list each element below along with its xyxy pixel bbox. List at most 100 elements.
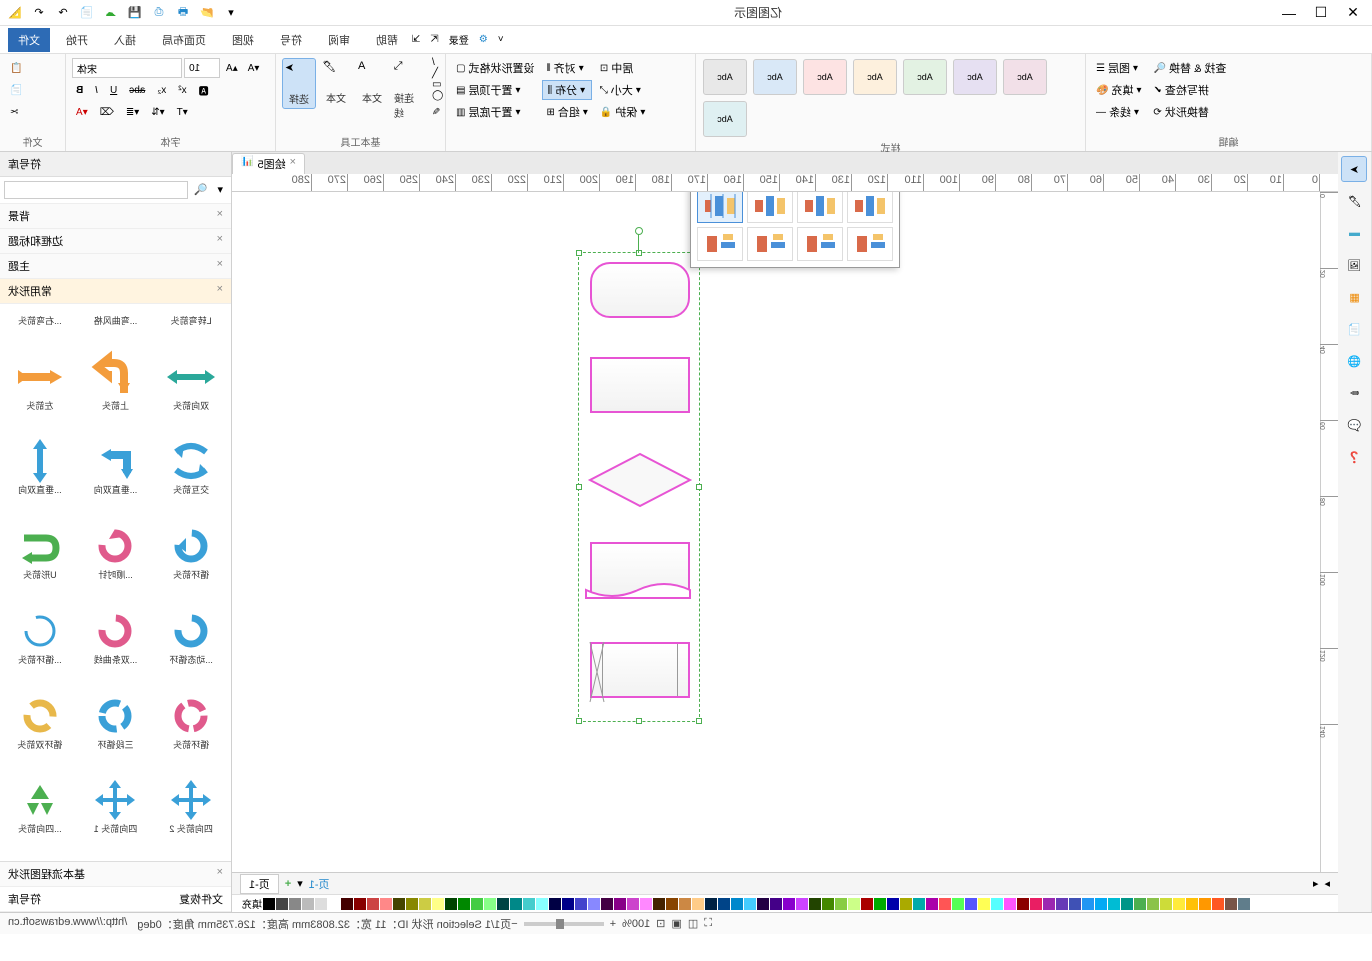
shape-cell[interactable]: 弯曲风格... <box>80 308 152 349</box>
lock-btn[interactable]: 🔒 保护 ▾ <box>596 102 649 122</box>
pointer-tool[interactable]: ➤ <box>1342 156 1368 182</box>
tab-help[interactable]: 帮助 <box>366 28 408 52</box>
close-icon[interactable]: × <box>217 258 223 274</box>
fit-width[interactable]: ⊡ <box>656 917 665 930</box>
color-swatch[interactable] <box>757 898 769 910</box>
page-prev[interactable]: ◂ <box>1313 877 1319 890</box>
shape-cell[interactable]: 动态循环... <box>155 607 227 688</box>
globe-tool[interactable]: 🌐 <box>1342 348 1368 374</box>
doc-tab[interactable]: 📊 绘图5 × <box>232 153 305 174</box>
bring-front[interactable]: ▤ 置于顶层 ▾ <box>452 80 538 100</box>
shape-cell[interactable]: 四向箭头... <box>4 776 76 857</box>
canvas[interactable] <box>232 192 1320 872</box>
style-swatch[interactable]: Abc <box>753 59 797 95</box>
color-swatch[interactable] <box>809 898 821 910</box>
color-swatch[interactable] <box>874 898 886 910</box>
color-swatch[interactable] <box>822 898 834 910</box>
dist-v-bottom[interactable] <box>797 227 843 261</box>
flowchart-predefined[interactable] <box>590 642 690 698</box>
color-swatch[interactable] <box>848 898 860 910</box>
close-button[interactable]: ✕ <box>1338 2 1368 24</box>
color-swatch[interactable] <box>1030 898 1042 910</box>
shape-cell[interactable]: 循环双箭头 <box>4 692 76 773</box>
page-menu[interactable]: ▾ <box>297 877 303 890</box>
print-icon[interactable]: 🖶 <box>172 2 194 24</box>
color-swatch[interactable] <box>1108 898 1120 910</box>
color-swatch[interactable] <box>549 898 561 910</box>
font-color[interactable]: A▾ <box>72 102 92 122</box>
group-btn[interactable]: ⊞ 组合 ▾ <box>542 102 591 122</box>
cat-border[interactable]: 边框和标题 <box>8 233 63 249</box>
table-tool[interactable]: ▦ <box>1342 284 1368 310</box>
font-family-input[interactable] <box>72 58 182 78</box>
style-swatch[interactable]: Abc <box>903 59 947 95</box>
color-swatch[interactable] <box>666 898 678 910</box>
open-icon[interactable]: 📂 <box>196 2 218 24</box>
dist-h-left[interactable] <box>697 192 743 223</box>
color-swatch[interactable] <box>510 898 522 910</box>
cloud-icon[interactable]: ☁ <box>100 2 122 24</box>
shape-cell[interactable]: 顺时针... <box>80 522 152 603</box>
color-swatch[interactable] <box>1056 898 1068 910</box>
color-swatch[interactable] <box>627 898 639 910</box>
connector-tool[interactable]: ⤡连接线 <box>392 58 424 122</box>
fill-btn[interactable]: 🎨 填充 ▾ <box>1092 80 1145 100</box>
cut-button[interactable]: ✂ <box>6 102 22 122</box>
login-button[interactable]: 登录 <box>445 30 473 50</box>
color-swatch[interactable] <box>575 898 587 910</box>
collapse-icon[interactable]: ˅ <box>494 30 508 50</box>
fullscreen[interactable]: ⛶ <box>704 917 712 930</box>
shape-cell[interactable]: 循环箭头... <box>4 607 76 688</box>
dist-v-top[interactable] <box>697 227 743 261</box>
color-swatch[interactable] <box>393 898 405 910</box>
cat-common[interactable]: 常用形状 <box>8 283 52 299</box>
tab-view[interactable]: 视图 <box>222 28 264 52</box>
doc-tool[interactable]: 📄 <box>1342 316 1368 342</box>
color-swatch[interactable] <box>1017 898 1029 910</box>
pen-tool[interactable]: 🖊 <box>1342 188 1368 214</box>
spacing[interactable]: ⇅▾ <box>147 102 168 122</box>
color-swatch[interactable] <box>952 898 964 910</box>
bold-button[interactable]: B <box>72 80 87 100</box>
color-swatch[interactable] <box>354 898 366 910</box>
redo-icon[interactable]: ↷ <box>52 2 74 24</box>
color-swatch[interactable] <box>419 898 431 910</box>
shape-cell[interactable]: 垂直双向... <box>4 437 76 518</box>
page-tab[interactable]: 页-1 <box>240 874 279 894</box>
color-swatch[interactable] <box>276 898 288 910</box>
shape-cell[interactable]: 上箭头 <box>80 353 152 434</box>
shape-cell[interactable]: U形箭头 <box>4 522 76 603</box>
color-swatch[interactable] <box>1043 898 1055 910</box>
color-swatch[interactable] <box>718 898 730 910</box>
zoom-in[interactable]: + <box>610 918 616 930</box>
clear-format[interactable]: ⌫ <box>96 102 118 122</box>
shape-cell[interactable]: 循环箭头 <box>155 692 227 773</box>
dist-v-space[interactable] <box>847 227 893 261</box>
help-tool[interactable]: ❓ <box>1342 444 1368 470</box>
zoom-out[interactable]: − <box>511 918 517 930</box>
color-swatch[interactable] <box>380 898 392 910</box>
shape-cell[interactable]: 左箭头 <box>4 353 76 434</box>
color-swatch[interactable] <box>523 898 535 910</box>
shape-cell[interactable]: 三段循环 <box>80 692 152 773</box>
italic-button[interactable]: I <box>91 80 102 100</box>
search-icon[interactable]: 🔍 <box>188 181 214 199</box>
bullets[interactable]: ≣▾ <box>122 102 143 122</box>
color-swatch[interactable] <box>1199 898 1211 910</box>
select-tool[interactable]: ➤选择 <box>282 58 316 109</box>
shape-cell[interactable]: 循环箭头 <box>155 522 227 603</box>
cat-theme[interactable]: 主题 <box>8 258 30 274</box>
close-icon[interactable]: × <box>290 156 296 172</box>
minimize-button[interactable]: — <box>1274 2 1304 24</box>
fit-page[interactable]: ▣ <box>671 917 681 930</box>
footer-tab-recover[interactable]: 文件恢复 <box>179 891 223 907</box>
font-size-input[interactable] <box>184 58 220 78</box>
color-swatch[interactable] <box>1121 898 1133 910</box>
copy-button[interactable]: 📄 <box>6 80 26 100</box>
color-swatch[interactable] <box>1095 898 1107 910</box>
layer-btn[interactable]: ☰ 图层 ▾ <box>1092 58 1145 78</box>
edit-tool[interactable]: ✏ <box>1342 380 1368 406</box>
distribute-btn[interactable]: ⫼ 分布 ▾ <box>542 80 591 100</box>
line-tool[interactable]: / ╲ <box>428 58 447 78</box>
dist-h-center[interactable] <box>747 192 793 223</box>
